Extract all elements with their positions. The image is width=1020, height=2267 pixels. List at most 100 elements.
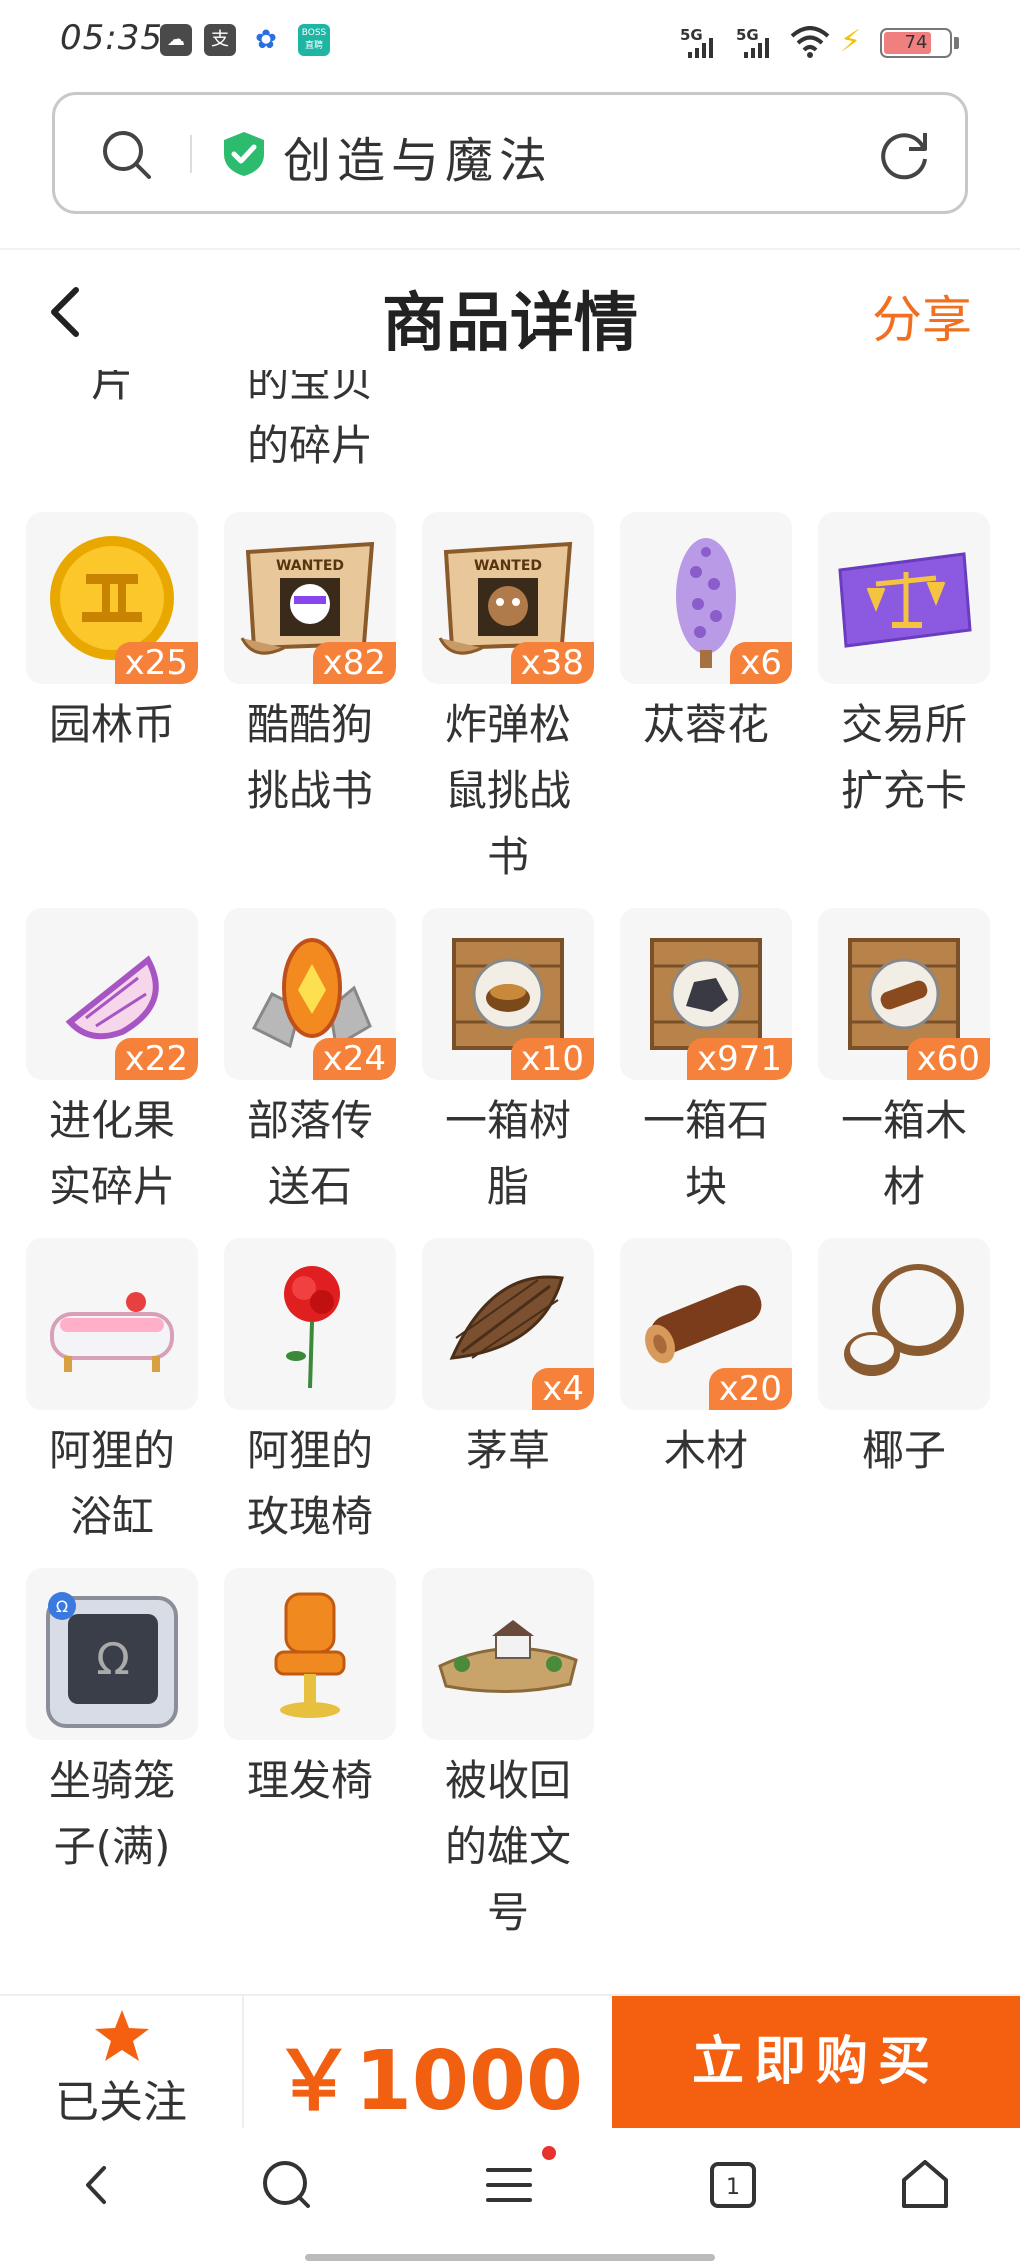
item-image (818, 512, 990, 684)
item-image (818, 1238, 990, 1410)
item-card[interactable]: x22 进化果 实碎片 (26, 908, 198, 1220)
item-card[interactable]: 被收回 的雄文 号 (422, 1568, 594, 1946)
reload-icon[interactable] (875, 125, 933, 183)
item-card[interactable]: x60 一箱木 材 (818, 908, 990, 1220)
item-card[interactable]: x6 苁蓉花 (620, 512, 792, 758)
quantity-badge: x20 (708, 1368, 792, 1410)
purchase-bar: 已关注 ￥1000 立即购买 (0, 1994, 1020, 2129)
item-name: 园林币 (48, 700, 175, 749)
item-card[interactable]: x20 木材 (620, 1238, 792, 1484)
item-card[interactable]: 理发椅 (224, 1568, 396, 1814)
tabs-count: 1 (726, 2175, 740, 2200)
quantity-badge: x4 (532, 1368, 594, 1410)
system-nav: 1 (0, 2128, 1020, 2267)
svg-text:Ω: Ω (96, 1634, 130, 1685)
item-card[interactable]: x24 部落传 送石 (224, 908, 396, 1220)
item-card[interactable]: 阿狸的 玫瑰椅 (224, 1238, 396, 1550)
item-card[interactable]: x10 一箱树 脂 (422, 908, 594, 1220)
item-name: 坐骑笼 子(满) (48, 1756, 175, 1871)
item-image: x971 (620, 908, 792, 1080)
item-name: 一箱石 块 (642, 1096, 769, 1211)
address-bar[interactable]: 创造与魔法 (52, 92, 968, 214)
address-text[interactable]: 创造与魔法 (283, 121, 553, 191)
search-icon[interactable] (252, 2150, 322, 2220)
follow-label: 已关注 (55, 2077, 187, 2128)
menu-icon[interactable] (474, 2150, 544, 2220)
item-image: x25 (26, 512, 198, 684)
item-image: WANTED x82 (224, 512, 396, 684)
wifi-icon (790, 26, 830, 58)
signal-label-1: 5G (680, 26, 703, 44)
bathtub-icon (50, 1292, 174, 1372)
back-icon[interactable] (62, 2150, 132, 2220)
svg-text:WANTED: WANTED (474, 558, 542, 574)
charging-icon: ⚡ (840, 24, 862, 59)
quantity-badge: x6 (730, 642, 792, 684)
item-name: 一箱树 脂 (444, 1096, 571, 1211)
signal-label-2: 5G (736, 26, 759, 44)
tabs-icon[interactable]: 1 (698, 2150, 768, 2220)
item-card[interactable]: x971 一箱石 块 (620, 908, 792, 1220)
quantity-badge: x38 (510, 642, 594, 684)
item-image: Ω Ω (26, 1568, 198, 1740)
item-card[interactable]: 交易所 扩充卡 (818, 512, 990, 824)
page-header: 商品详情 分享 (0, 250, 1020, 370)
item-name: 酷酷狗 挑战书 (246, 700, 373, 815)
page-title: 商品详情 (382, 287, 638, 361)
item-name: 阿狸的 玫瑰椅 (246, 1426, 373, 1541)
home-icon[interactable] (890, 2150, 960, 2220)
item-name: 理发椅 (246, 1756, 373, 1805)
item-image: WANTED x38 (422, 512, 594, 684)
item-image: x60 (818, 908, 990, 1080)
item-image: x22 (26, 908, 198, 1080)
price: ￥1000 (272, 2034, 584, 2129)
item-image: x4 (422, 1238, 594, 1410)
item-card[interactable]: 阿狸的 浴缸 (26, 1238, 198, 1550)
item-image (422, 1568, 594, 1740)
item-name: 进化果 实碎片 (48, 1096, 175, 1211)
item-name: 一箱木 材 (840, 1096, 967, 1211)
baidu-icon: ✿ (250, 24, 282, 56)
notification-dot (542, 2146, 556, 2160)
item-card[interactable]: 椰子 (818, 1238, 990, 1484)
item-image: x24 (224, 908, 396, 1080)
quantity-badge: x971 (686, 1038, 792, 1080)
star-icon (95, 2010, 149, 2061)
svg-text:Ω: Ω (56, 1597, 68, 1616)
item-name: 部落传 送石 (246, 1096, 373, 1211)
item-image: x20 (620, 1238, 792, 1410)
search-icon[interactable] (99, 127, 155, 183)
quantity-badge: x25 (114, 642, 198, 684)
mount-cage-icon: Ω Ω (46, 1592, 178, 1728)
item-card[interactable]: Ω Ω 坐骑笼 子(满) (26, 1568, 198, 1880)
item-image (224, 1568, 396, 1740)
share-button[interactable]: 分享 (872, 280, 972, 352)
home-indicator[interactable] (305, 2254, 715, 2261)
item-name: 交易所 扩充卡 (840, 700, 967, 815)
item-name: 木材 (663, 1426, 748, 1475)
item-image (26, 1238, 198, 1410)
quantity-badge: x22 (114, 1038, 198, 1080)
item-card[interactable]: WANTED x82 酷酷狗 挑战书 (224, 512, 396, 824)
page: 05:35 ☁ 支 ✿ BOSS 直聘 5G 5G ⚡ 74 创造与魔法 商品详… (0, 0, 1020, 2267)
buy-now-button[interactable]: 立即购买 (612, 1996, 1020, 2128)
item-name: 阿狸的 浴缸 (48, 1426, 175, 1541)
item-image: x6 (620, 512, 792, 684)
quantity-badge: x10 (510, 1038, 594, 1080)
coconut-icon (844, 1264, 964, 1376)
item-grid: 片 的宝贝 的碎片 x25 园林币 WANTED x82 酷酷狗 挑战书 WAN… (0, 370, 1020, 1970)
rose-chair-icon (284, 1266, 340, 1389)
item-card[interactable]: x25 园林币 (26, 512, 198, 758)
partial-item-label: 的宝贝 的碎片 (246, 370, 373, 470)
ship-wreck-icon (438, 1620, 578, 1693)
follow-button[interactable]: 已关注 (0, 1996, 242, 2128)
item-card[interactable]: x4 茅草 (422, 1238, 594, 1484)
item-image (224, 1238, 396, 1410)
partial-item-label: 片 (90, 370, 133, 406)
item-name: 苁蓉花 (642, 700, 769, 749)
item-name: 炸弹松 鼠挑战 书 (444, 700, 571, 881)
battery-level: 74 (904, 32, 928, 53)
item-card[interactable]: WANTED x38 炸弹松 鼠挑战 书 (422, 512, 594, 890)
item-name: 被收回 的雄文 号 (444, 1756, 571, 1937)
boss-icon: BOSS 直聘 (298, 24, 330, 56)
